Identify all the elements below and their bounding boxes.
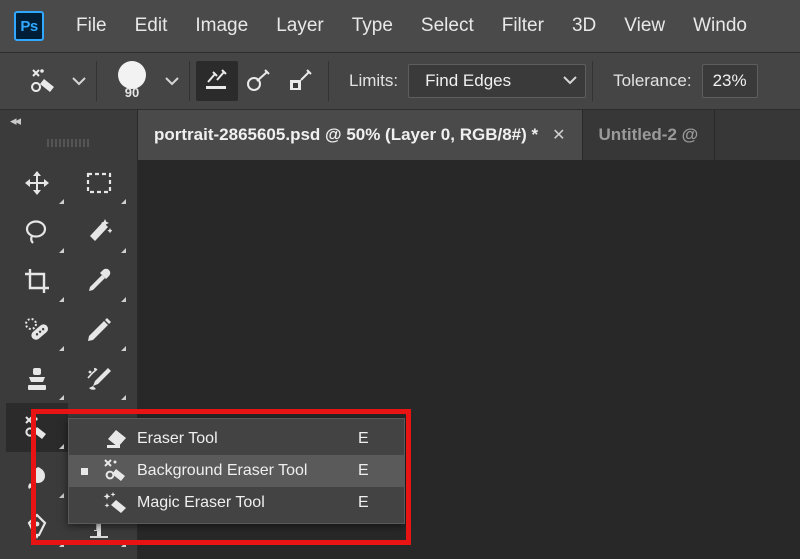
tool-group-corner-icon: [59, 444, 64, 449]
document-tab-title: portrait-2865605.psd @ 50% (Layer 0, RGB…: [154, 125, 539, 144]
flyout-item-background-eraser-tool[interactable]: Background Eraser Tool E: [69, 455, 404, 487]
double-chevron-left-icon[interactable]: ◂◂: [10, 113, 21, 129]
divider: [96, 61, 97, 101]
menu-item-3d[interactable]: 3D: [558, 11, 610, 41]
close-icon[interactable]: ✕: [552, 125, 565, 145]
tool-group-corner-icon: [59, 542, 64, 547]
tools-panel-header: ◂◂: [0, 110, 137, 132]
photoshop-window: Ps File Edit Image Layer Type Select Fil…: [0, 0, 800, 559]
tools-panel-grip[interactable]: [0, 132, 137, 154]
menu-item-type[interactable]: Type: [338, 11, 407, 41]
document-tab-title: Untitled-2 @: [598, 125, 699, 144]
flyout-item-magic-eraser-tool[interactable]: Magic Eraser Tool E: [69, 487, 404, 519]
tool-preset-chevron-down-icon[interactable]: [68, 61, 90, 101]
flyout-item-label: Eraser Tool: [137, 430, 218, 447]
tool-move-tool[interactable]: [6, 158, 68, 207]
tool-group-corner-icon: [59, 493, 64, 498]
tool-pencil-tool[interactable]: [68, 305, 130, 354]
tool-group-corner-icon: [59, 199, 64, 204]
sampling-once-button[interactable]: [238, 61, 280, 101]
flyout-item-shortcut: E: [358, 462, 369, 479]
sampling-continuous-button[interactable]: [196, 61, 238, 101]
flyout-item-label: Magic Eraser Tool: [137, 494, 265, 511]
logo-text: Ps: [20, 17, 38, 35]
flyout-item-shortcut: E: [358, 494, 369, 511]
tool-crop-tool[interactable]: [6, 256, 68, 305]
document-tab-strip: portrait-2865605.psd @ 50% (Layer 0, RGB…: [138, 110, 800, 160]
menu-item-window[interactable]: Windo: [679, 11, 761, 41]
flyout-item-shortcut: E: [358, 430, 369, 447]
tool-group-corner-icon: [121, 542, 126, 547]
brush-preset-picker[interactable]: 90: [103, 56, 161, 106]
divider: [189, 61, 190, 101]
background-eraser-icon: [95, 459, 137, 483]
limits-label: Limits:: [349, 71, 399, 90]
tool-rectangular-marquee-tool[interactable]: [68, 158, 130, 207]
menu-item-edit[interactable]: Edit: [121, 11, 182, 41]
menu-item-select[interactable]: Select: [407, 11, 488, 41]
tolerance-input[interactable]: 23%: [701, 64, 758, 98]
tool-group-corner-icon: [121, 248, 126, 253]
limits-value: Find Edges: [425, 71, 512, 90]
tolerance-label: Tolerance:: [613, 71, 692, 90]
tool-group-corner-icon: [59, 297, 64, 302]
tool-background-eraser-tool[interactable]: [6, 403, 68, 452]
menu-item-view[interactable]: View: [610, 11, 679, 41]
divider: [592, 61, 594, 101]
options-bar: 90 Limits: Find Edges Tolerance: 23%: [0, 53, 800, 110]
limits-group: Limits: Find Edges: [335, 64, 587, 98]
ruler-mark-line: [90, 536, 108, 538]
photoshop-logo-icon: Ps: [14, 11, 44, 41]
tool-spot-healing-brush-tool[interactable]: [6, 305, 68, 354]
tolerance-value: 23%: [712, 71, 747, 90]
tool-group-corner-icon: [121, 297, 126, 302]
flyout-item-eraser-tool[interactable]: Eraser Tool E: [69, 423, 404, 455]
menu-item-image[interactable]: Image: [181, 11, 262, 41]
tool-pen-tool[interactable]: [6, 501, 68, 550]
eraser-icon: [95, 428, 137, 450]
tool-eyedropper-tool[interactable]: [68, 256, 130, 305]
eraser-tool-flyout-menu: Eraser Tool E Background Eraser Tool E M…: [68, 418, 405, 524]
document-tab-portrait[interactable]: portrait-2865605.psd @ 50% (Layer 0, RGB…: [138, 110, 583, 160]
tool-group-corner-icon: [59, 346, 64, 351]
grip-dots-icon: [46, 139, 91, 147]
limits-select[interactable]: Find Edges: [408, 64, 587, 98]
flyout-item-label: Background Eraser Tool: [137, 462, 308, 479]
magic-eraser-icon: [95, 491, 137, 515]
brush-size-label: 90: [124, 84, 140, 100]
tool-lasso-tool[interactable]: [6, 207, 68, 256]
tool-magic-wand-tool[interactable]: [68, 207, 130, 256]
brush-chevron-down-icon[interactable]: [161, 61, 183, 101]
tool-group-corner-icon: [121, 199, 126, 204]
active-tool-icon[interactable]: [22, 60, 68, 102]
tool-clone-stamp-tool[interactable]: [6, 354, 68, 403]
tolerance-group: Tolerance: 23%: [599, 64, 758, 98]
menu-item-filter[interactable]: Filter: [488, 11, 558, 41]
sampling-background-swatch-button[interactable]: [280, 61, 322, 101]
tool-dodge-tool[interactable]: [6, 452, 68, 501]
tool-group-corner-icon: [59, 395, 64, 400]
menu-item-layer[interactable]: Layer: [262, 11, 338, 41]
menu-bar: Ps File Edit Image Layer Type Select Fil…: [0, 0, 800, 53]
limits-chevron-down-icon: [563, 72, 577, 90]
tool-history-brush-tool[interactable]: [68, 354, 130, 403]
current-tool-marker: [73, 467, 95, 475]
tool-group-corner-icon: [59, 248, 64, 253]
document-tab-untitled[interactable]: Untitled-2 @: [583, 110, 716, 160]
divider: [328, 61, 329, 101]
tool-group-corner-icon: [121, 346, 126, 351]
menu-item-file[interactable]: File: [62, 11, 121, 41]
tool-group-corner-icon: [121, 395, 126, 400]
